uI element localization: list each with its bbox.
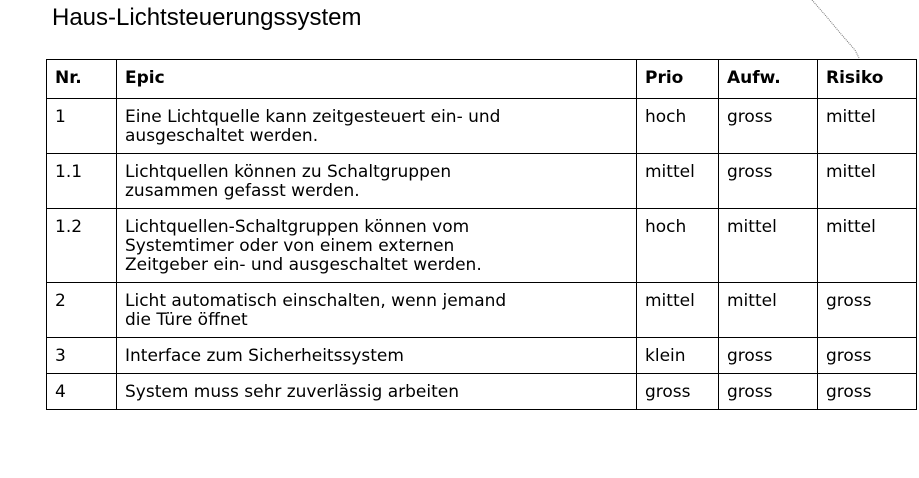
- epic-text-line: Zeitgeber ein- und ausgeschaltet werden.: [125, 255, 482, 275]
- cell-aufw: gross: [718, 153, 818, 209]
- cell-aufw: gross: [718, 98, 818, 154]
- table-row: 2 Licht automatisch einschalten, wenn je…: [46, 282, 917, 338]
- header-risiko: Risiko: [817, 59, 917, 99]
- table-header-row: Nr. Epic Prio Aufw. Risiko: [46, 59, 917, 99]
- epic-table: Nr. Epic Prio Aufw. Risiko 1 Eine Lichtq…: [46, 59, 917, 410]
- table-row: 1 Eine Lichtquelle kann zeitgesteuert ei…: [46, 98, 917, 154]
- cell-risiko: mittel: [817, 153, 917, 209]
- cell-prio: gross: [636, 373, 719, 410]
- cell-risiko: gross: [817, 282, 917, 338]
- cell-nr: 1.1: [46, 153, 117, 209]
- cell-prio: klein: [636, 337, 719, 374]
- cell-nr: 2: [46, 282, 117, 338]
- cell-risiko: gross: [817, 337, 917, 374]
- cell-epic: Interface zum Sicherheitssystem: [116, 337, 637, 374]
- cell-prio: mittel: [636, 282, 719, 338]
- epic-text-line: Lichtquellen können zu Schaltgruppen: [125, 162, 452, 182]
- epic-text-line: Interface zum Sicherheitssystem: [125, 346, 404, 366]
- epic-text-line: System muss sehr zuverlässig arbeiten: [125, 382, 459, 402]
- epic-text-line: zusammen gefasst werden.: [125, 181, 360, 201]
- epic-text-line: Systemtimer oder von einem externen: [125, 236, 455, 256]
- epic-text-line: ausgeschaltet werden.: [125, 126, 319, 146]
- table-row: 1.1 Lichtquellen können zu Schaltgruppen…: [46, 153, 917, 209]
- cell-aufw: mittel: [718, 282, 818, 338]
- cell-nr: 4: [46, 373, 117, 410]
- cell-epic: System muss sehr zuverlässig arbeiten: [116, 373, 637, 410]
- page-title: Haus-Lichtsteuerungssystem: [52, 4, 362, 31]
- table-row: 1.2 Lichtquellen-Schaltgruppen können vo…: [46, 208, 917, 283]
- header-aufw: Aufw.: [718, 59, 818, 99]
- epic-text-line: Licht automatisch einschalten, wenn jema…: [125, 291, 507, 311]
- cell-nr: 3: [46, 337, 117, 374]
- cell-epic: Eine Lichtquelle kann zeitgesteuert ein-…: [116, 98, 637, 154]
- cell-epic: Lichtquellen können zu Schaltgruppen zus…: [116, 153, 637, 209]
- cell-risiko: mittel: [817, 208, 917, 283]
- cell-epic: Lichtquellen-Schaltgruppen können vom Sy…: [116, 208, 637, 283]
- cell-nr: 1.2: [46, 208, 117, 283]
- cell-risiko: mittel: [817, 98, 917, 154]
- header-prio: Prio: [636, 59, 719, 99]
- cell-risiko: gross: [817, 373, 917, 410]
- cell-aufw: gross: [718, 337, 818, 374]
- header-epic: Epic: [116, 59, 637, 99]
- cell-prio: hoch: [636, 208, 719, 283]
- cell-aufw: gross: [718, 373, 818, 410]
- cell-aufw: mittel: [718, 208, 818, 283]
- cell-prio: mittel: [636, 153, 719, 209]
- cell-epic: Licht automatisch einschalten, wenn jema…: [116, 282, 637, 338]
- table-row: 4 System muss sehr zuverlässig arbeiten …: [46, 373, 917, 410]
- epic-text-line: die Türe öffnet: [125, 310, 248, 330]
- epic-text-line: Lichtquellen-Schaltgruppen können vom: [125, 217, 470, 237]
- cell-nr: 1: [46, 98, 117, 154]
- cell-prio: hoch: [636, 98, 719, 154]
- header-nr: Nr.: [46, 59, 117, 99]
- epic-text-line: Eine Lichtquelle kann zeitgesteuert ein-…: [125, 107, 501, 127]
- table-row: 3 Interface zum Sicherheitssystem klein …: [46, 337, 917, 374]
